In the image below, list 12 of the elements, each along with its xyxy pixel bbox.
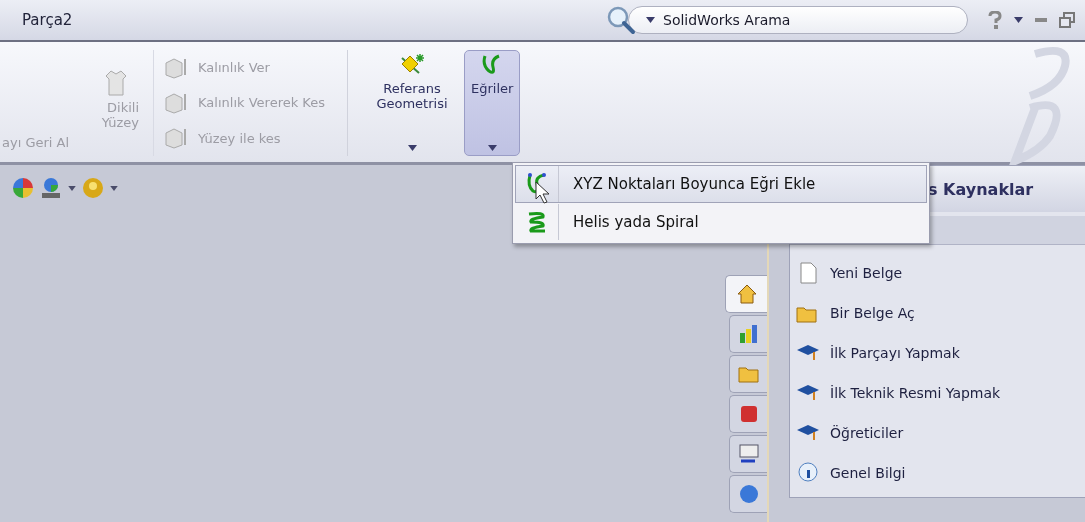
- search-field[interactable]: SolidWorks Arama: [628, 6, 968, 34]
- link[interactable]: Öğreticiler: [790, 413, 1085, 453]
- ribbon-button[interactable]: Referans Geometrisi: [366, 50, 458, 156]
- window-title: Parça2: [22, 11, 74, 29]
- link[interactable]: Genel Bilgi: [790, 453, 1085, 493]
- link[interactable]: İlk Parçayı Yapmak: [790, 333, 1085, 373]
- link[interactable]: Yeni Belge: [790, 253, 1085, 293]
- menu-item[interactable]: XYZ Noktaları Boyunca Eğri Ekle: [515, 165, 927, 203]
- link[interactable]: Bir Belge Aç: [790, 293, 1085, 333]
- link[interactable]: İlk Teknik Resmi Yapmak: [790, 373, 1085, 413]
- menu-item[interactable]: Helis yada Spiral: [515, 203, 927, 241]
- ribbon-button[interactable]: Eğriler: [464, 50, 521, 156]
